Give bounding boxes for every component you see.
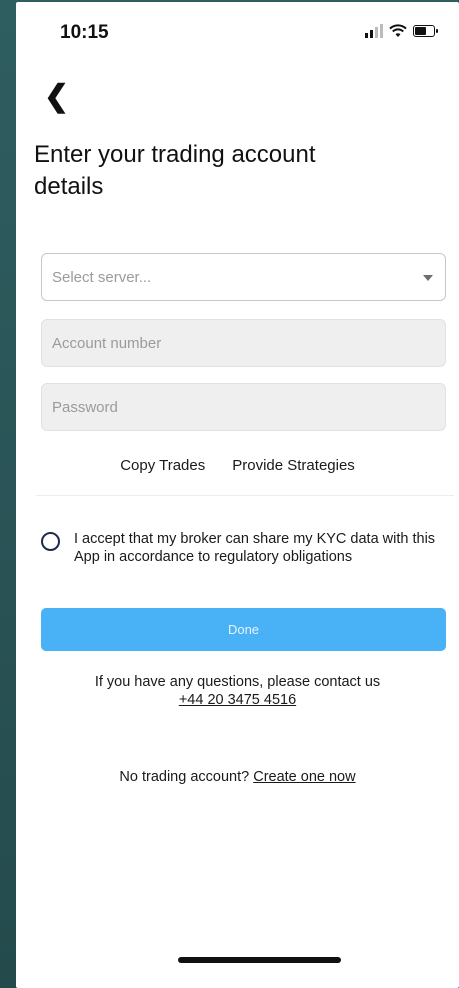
- no-account-section: No trading account? Create one now: [16, 769, 459, 785]
- chevron-left-icon: ❮: [44, 80, 70, 113]
- contact-text: If you have any questions, please contac…: [94, 674, 381, 690]
- contact-section: If you have any questions, please contac…: [16, 673, 459, 709]
- caret-down-icon: [423, 275, 433, 281]
- account-number-placeholder: Account number: [52, 334, 162, 352]
- app-screen: 10:15 ❮ Enter your trading account detai…: [16, 2, 459, 988]
- home-indicator: [178, 957, 341, 963]
- consent-text: I accept that my broker can share my KYC…: [74, 531, 436, 565]
- create-account-link[interactable]: Create one now: [253, 769, 355, 785]
- phone-link[interactable]: +44 20 3475 4516: [179, 691, 296, 709]
- done-button[interactable]: Done: [41, 608, 446, 651]
- back-button[interactable]: ❮: [44, 82, 69, 112]
- mode-options: Copy Trades Provide Strategies: [16, 457, 459, 474]
- page-title: Enter your trading account details: [34, 141, 316, 200]
- no-account-text: No trading account?: [119, 769, 250, 785]
- status-icons: [365, 24, 438, 38]
- account-number-input[interactable]: Account number: [41, 319, 446, 367]
- server-select[interactable]: Select server...: [41, 253, 446, 301]
- copy-trades-option[interactable]: Copy Trades: [120, 457, 205, 474]
- divider: [36, 495, 454, 496]
- provide-strategies-option[interactable]: Provide Strategies: [232, 457, 355, 474]
- server-select-placeholder: Select server...: [52, 268, 152, 286]
- consent-radio[interactable]: [41, 532, 60, 551]
- signal-icon: [365, 24, 383, 38]
- wifi-icon: [389, 24, 407, 37]
- password-input[interactable]: Password: [41, 383, 446, 431]
- status-time: 10:15: [60, 22, 109, 43]
- password-placeholder: Password: [52, 398, 118, 416]
- battery-icon: [413, 25, 438, 37]
